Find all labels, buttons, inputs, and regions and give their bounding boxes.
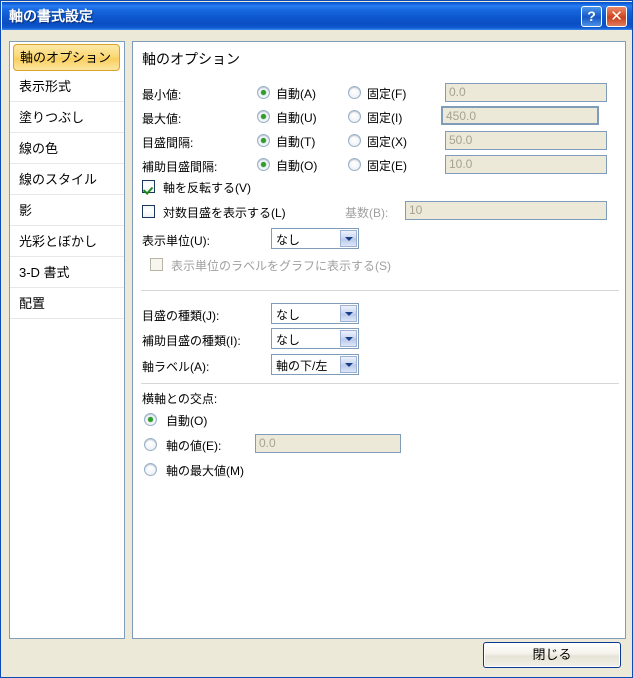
major-tick-mark-dropdown[interactable]: なし <box>271 303 359 324</box>
minor-unit-label: 補助目盛間隔: <box>142 160 218 174</box>
minimum-fixed-label[interactable]: 固定(F) <box>367 85 406 102</box>
maximum-value-field[interactable]: 450.0 <box>441 106 599 125</box>
divider-2 <box>141 383 619 384</box>
crosses-axis-value-label[interactable]: 軸の値(E): <box>166 437 221 454</box>
close-icon[interactable]: ✕ <box>606 6 627 27</box>
maximum-label: 最大値: <box>142 112 182 126</box>
minor-unit-auto-radio[interactable] <box>257 158 270 171</box>
minor-tick-mark-label: 補助目盛の種類(I): <box>142 334 241 348</box>
crosses-automatic-radio[interactable] <box>144 413 157 426</box>
minor-tick-mark-dropdown[interactable]: なし <box>271 328 359 349</box>
sidebar-item-alignment[interactable]: 配置 <box>10 288 124 319</box>
axis-labels-dropdown[interactable]: 軸の下/左 <box>271 354 359 375</box>
show-unit-label-text: 表示単位のラベルをグラフに表示する(S) <box>171 259 391 273</box>
major-unit-auto-label[interactable]: 自動(T) <box>276 133 315 150</box>
axis-labels-value: 軸の下/左 <box>276 359 328 373</box>
major-tick-mark-label: 目盛の種類(J): <box>142 309 220 323</box>
minimum-value-field[interactable]: 0.0 <box>445 83 607 102</box>
log-base-field: 10 <box>405 201 607 220</box>
maximum-fixed-label[interactable]: 固定(I) <box>367 109 402 126</box>
axis-options-panel: 軸のオプション 最小値: 自動(A) 固定(F) 0.0 最大値: 自動(U) … <box>132 41 626 639</box>
help-button[interactable]: ? <box>581 6 602 27</box>
display-unit-value: なし <box>276 233 301 247</box>
minor-unit-auto-label[interactable]: 自動(O) <box>276 157 317 174</box>
sidebar-item-glow-soft-edges[interactable]: 光彩とぼかし <box>10 226 124 257</box>
crosses-axis-value-field[interactable]: 0.0 <box>255 434 401 453</box>
axis-labels-label: 軸ラベル(A): <box>142 360 210 374</box>
display-unit-label: 表示単位(U): <box>142 234 210 248</box>
sidebar-item-number[interactable]: 表示形式 <box>10 71 124 102</box>
log-scale-checkbox[interactable] <box>142 205 155 218</box>
minimum-fixed-radio[interactable] <box>348 86 361 99</box>
log-base-label: 基数(B): <box>345 206 389 220</box>
maximum-auto-radio[interactable] <box>257 110 270 123</box>
major-unit-fixed-radio[interactable] <box>348 134 361 147</box>
log-scale-label[interactable]: 対数目盛を表示する(L) <box>163 204 286 221</box>
sidebar-item-fill[interactable]: 塗りつぶし <box>10 102 124 133</box>
major-unit-auto-radio[interactable] <box>257 134 270 147</box>
crosses-maximum-label[interactable]: 軸の最大値(M) <box>166 462 244 479</box>
maximum-auto-label[interactable]: 自動(U) <box>276 109 317 126</box>
chevron-down-icon[interactable] <box>340 330 357 347</box>
panel-heading: 軸のオプション <box>142 51 240 67</box>
divider-1 <box>141 290 619 291</box>
display-unit-dropdown[interactable]: なし <box>271 228 359 249</box>
major-unit-fixed-label[interactable]: 固定(X) <box>367 133 407 150</box>
minor-unit-value-field[interactable]: 10.0 <box>445 155 607 174</box>
sidebar-item-line-style[interactable]: 線のスタイル <box>10 164 124 195</box>
crosses-group-title: 横軸との交点: <box>142 392 218 406</box>
close-button[interactable]: 閉じる <box>483 642 621 668</box>
reverse-axis-checkbox[interactable] <box>142 180 155 193</box>
sidebar-item-line-color[interactable]: 線の色 <box>10 133 124 164</box>
show-unit-label-checkbox <box>150 258 163 271</box>
close-glyph: ✕ <box>610 8 623 25</box>
format-axis-dialog: 軸の書式設定 ? ✕ 軸のオプション 表示形式 塗りつぶし 線の色 線のスタイル… <box>0 0 633 678</box>
crosses-automatic-label[interactable]: 自動(O) <box>166 412 207 429</box>
title-bar: 軸の書式設定 ? ✕ <box>2 2 632 30</box>
minor-unit-fixed-radio[interactable] <box>348 158 361 171</box>
crosses-axis-value-radio[interactable] <box>144 438 157 451</box>
minimum-auto-label[interactable]: 自動(A) <box>276 85 316 102</box>
sidebar-item-3d-format[interactable]: 3-D 書式 <box>10 257 124 288</box>
sidebar-item-axis-options[interactable]: 軸のオプション <box>13 44 120 71</box>
minor-unit-fixed-label[interactable]: 固定(E) <box>367 157 407 174</box>
major-tick-mark-value: なし <box>276 308 301 322</box>
chevron-down-icon[interactable] <box>340 356 357 373</box>
maximum-fixed-radio[interactable] <box>348 110 361 123</box>
major-unit-label: 目盛間隔: <box>142 136 194 150</box>
chevron-down-icon[interactable] <box>340 230 357 247</box>
major-unit-value-field[interactable]: 50.0 <box>445 131 607 150</box>
minor-tick-mark-value: なし <box>276 333 301 347</box>
crosses-maximum-radio[interactable] <box>144 463 157 476</box>
reverse-axis-label[interactable]: 軸を反転する(V) <box>163 179 251 196</box>
sidebar-item-shadow[interactable]: 影 <box>10 195 124 226</box>
category-list[interactable]: 軸のオプション 表示形式 塗りつぶし 線の色 線のスタイル 影 光彩とぼかし 3… <box>9 41 125 639</box>
minimum-label: 最小値: <box>142 88 182 102</box>
window-title: 軸の書式設定 <box>9 8 93 24</box>
chevron-down-icon[interactable] <box>340 305 357 322</box>
minimum-auto-radio[interactable] <box>257 86 270 99</box>
